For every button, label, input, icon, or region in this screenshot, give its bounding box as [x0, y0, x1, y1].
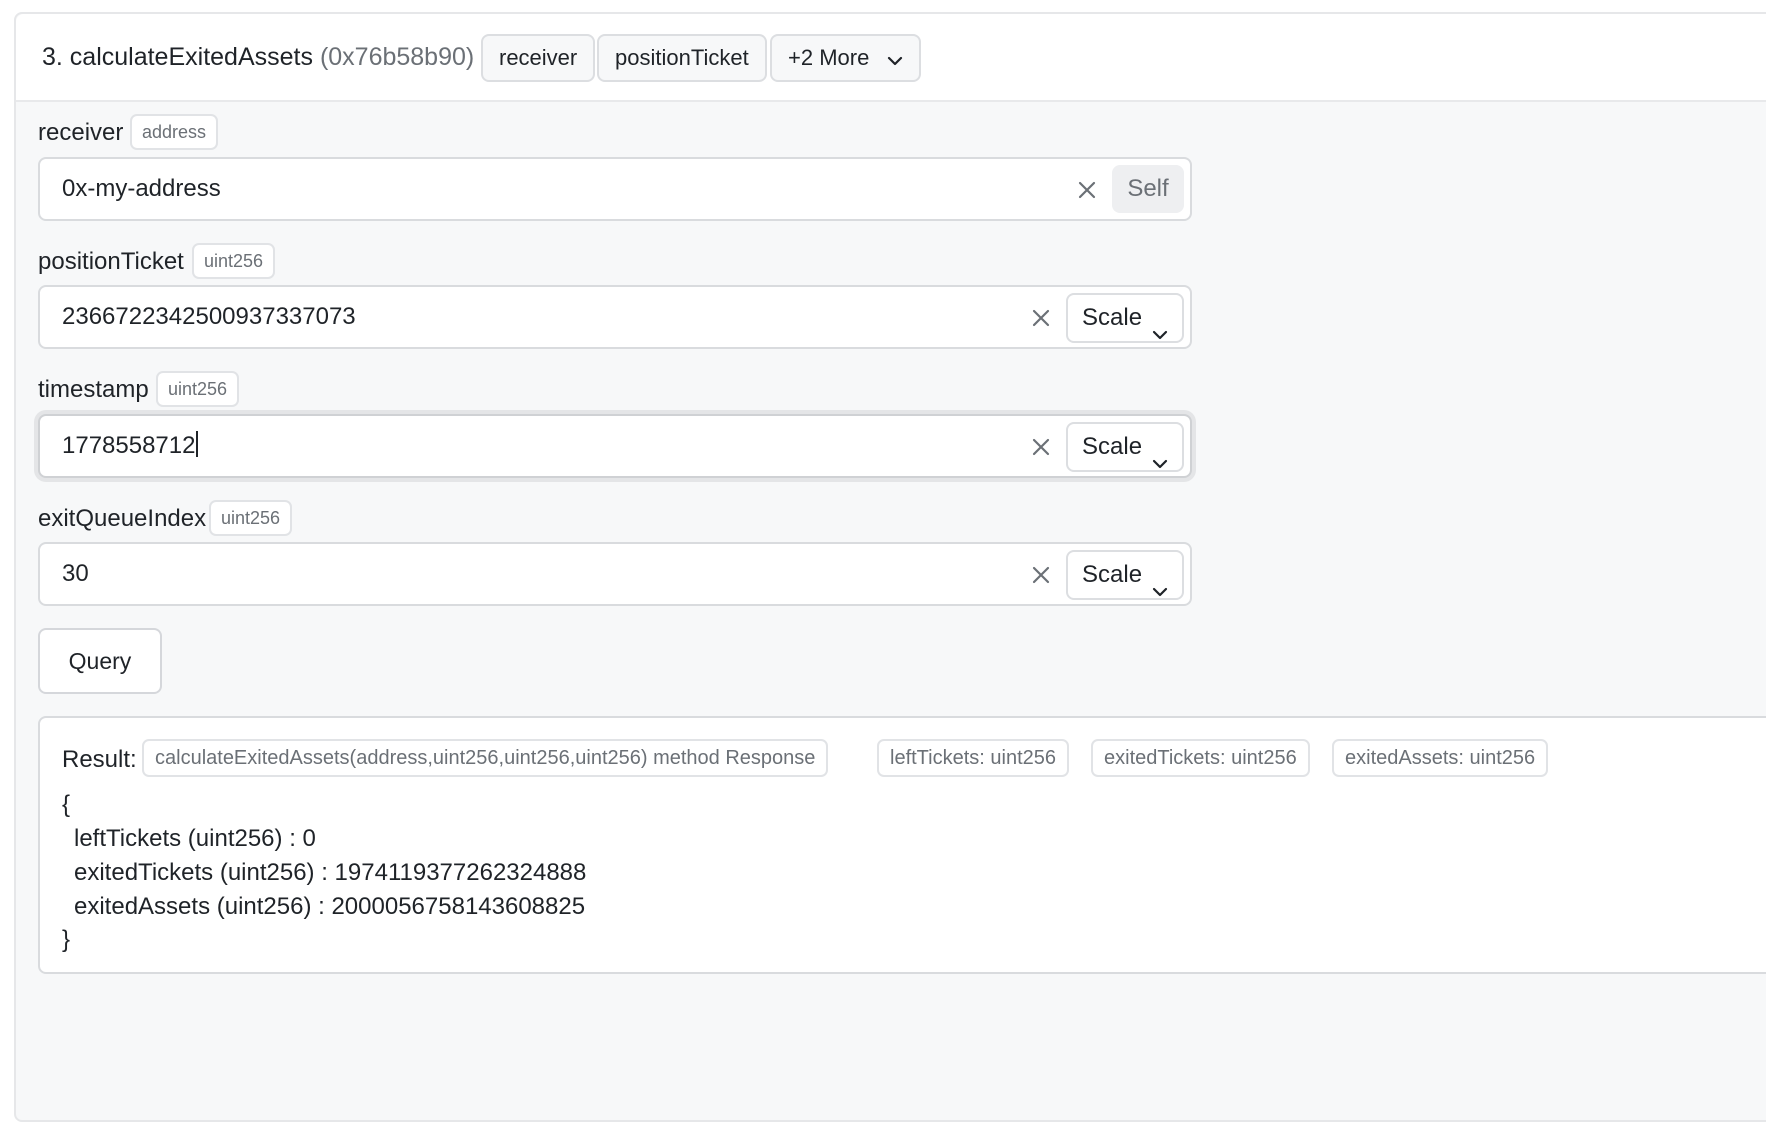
result-panel: Result: calculateExitedAssets(address,ui…	[38, 716, 1766, 974]
chevron-down-icon	[1152, 439, 1168, 485]
type-badge-timestamp: uint256	[156, 371, 240, 407]
result-open-brace: {	[62, 791, 71, 818]
exitqueueindex-input[interactable]: 30 Scale	[38, 542, 1192, 606]
function-card: 3. calculateExitedAssets (0x76b58b90) re…	[14, 12, 1766, 1122]
more-params-button[interactable]: +2 More	[770, 34, 922, 82]
scale-dropdown[interactable]: Scale	[1066, 422, 1184, 472]
receiver-input[interactable]: 0x-my-address Self	[38, 157, 1192, 221]
result-value-line: exitedTickets (uint256) : 19741193772623…	[74, 859, 587, 886]
chevron-down-icon	[1152, 567, 1168, 613]
close-icon[interactable]	[1030, 564, 1052, 586]
function-header[interactable]: 3. calculateExitedAssets (0x76b58b90) re…	[16, 14, 1766, 102]
scale-label: Scale	[1082, 304, 1143, 331]
query-button[interactable]: Query	[38, 628, 162, 694]
function-name: 3. calculateExitedAssets	[42, 43, 313, 71]
type-badge-receiver: address	[130, 114, 219, 150]
function-selector: (0x76b58b90)	[319, 43, 475, 71]
positionticket-input-value: 2366722342500937337073	[62, 303, 356, 330]
self-address-button[interactable]: Self	[1112, 165, 1184, 213]
timestamp-input-value: 1778558712	[62, 432, 196, 459]
param-chip-positionticket[interactable]: positionTicket	[597, 34, 767, 82]
scale-dropdown[interactable]: Scale	[1066, 550, 1184, 600]
field-label-exitqueueindex: exitQueueIndex	[38, 505, 207, 532]
timestamp-input-field: 1778558712	[62, 431, 199, 461]
chevron-down-icon	[887, 37, 903, 81]
type-badge-positionticket: uint256	[192, 243, 276, 279]
scale-dropdown[interactable]: Scale	[1066, 293, 1184, 343]
positionticket-input[interactable]: 2366722342500937337073 Scale	[38, 285, 1192, 349]
result-value-line: exitedAssets (uint256) : 200005675814360…	[74, 893, 586, 920]
param-chip-receiver[interactable]: receiver	[481, 34, 596, 82]
result-output-chip: leftTickets: uint256	[877, 739, 1070, 777]
result-output-chip: exitedTickets: uint256	[1091, 739, 1310, 777]
close-icon[interactable]	[1076, 179, 1098, 201]
field-label-timestamp: timestamp	[38, 376, 149, 403]
timestamp-input[interactable]: 1778558712 Scale	[38, 414, 1192, 478]
function-title: 3. calculateExitedAssets (0x76b58b90)	[42, 42, 474, 72]
result-method-chip: calculateExitedAssets(address,uint256,ui…	[142, 739, 829, 777]
more-params-label: +2 More	[788, 45, 870, 70]
field-label-positionticket: positionTicket	[38, 248, 184, 275]
receiver-input-value: 0x-my-address	[62, 175, 221, 202]
chevron-down-icon	[1152, 310, 1168, 356]
field-label-receiver: receiver	[38, 119, 124, 146]
scale-label: Scale	[1082, 561, 1143, 588]
result-value-line: leftTickets (uint256) : 0	[74, 825, 316, 852]
exitqueueindex-input-value: 30	[62, 560, 89, 587]
scale-label: Scale	[1082, 433, 1143, 460]
result-label: Result:	[62, 746, 137, 773]
result-output-chip: exitedAssets: uint256	[1332, 739, 1549, 777]
text-caret	[196, 431, 199, 457]
result-close-brace: }	[62, 926, 71, 953]
type-badge-exitqueueindex: uint256	[209, 500, 293, 536]
close-icon[interactable]	[1030, 307, 1052, 329]
close-icon[interactable]	[1030, 436, 1052, 458]
